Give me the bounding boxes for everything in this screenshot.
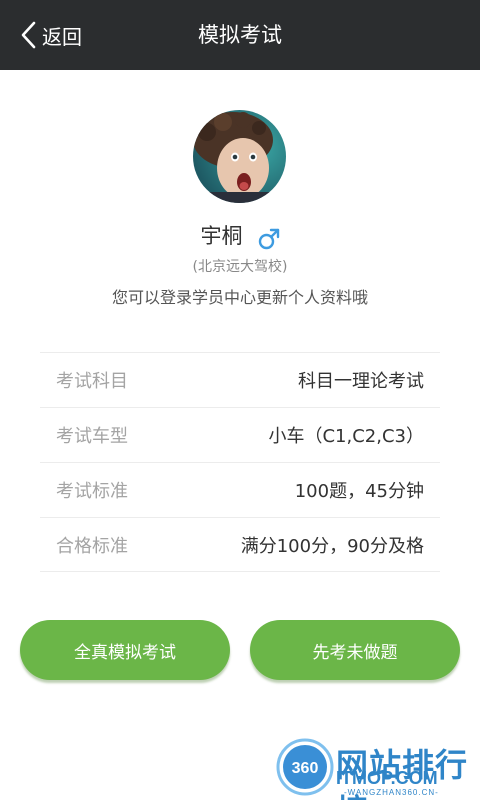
watermark: 360 网站排行榜 ITMOP.COM -WANGZHAN360.CN-: [272, 738, 480, 800]
profile-name-row: 宇桐: [0, 220, 480, 252]
profile-name: 宇桐: [200, 224, 243, 248]
page-title: 模拟考试: [198, 23, 282, 47]
watermark-domain: ITMOP.COM: [336, 768, 438, 788]
row-label: 考试科目: [56, 371, 128, 392]
info-row-vehicle: 考试车型 小车（C1,C2,C3）: [40, 407, 440, 462]
info-row-subject: 考试科目 科目一理论考试: [40, 352, 440, 407]
info-row-standard: 考试标准 100题，45分钟: [40, 462, 440, 517]
exam-info-table: 考试科目 科目一理论考试 考试车型 小车（C1,C2,C3） 考试标准 100题…: [40, 352, 440, 572]
top-bar: 返回 模拟考试: [0, 0, 480, 70]
row-value: 满分100分，90分及格: [240, 535, 424, 557]
profile-hint: 您可以登录学员中心更新个人资料哦: [111, 288, 368, 307]
watermark-badge-text: 360: [292, 760, 319, 777]
row-label: 考试车型: [56, 426, 128, 447]
male-gender-icon: [258, 228, 279, 249]
watermark-badge-icon: 360: [276, 738, 334, 796]
avatar: [193, 110, 286, 203]
row-value: 科目一理论考试: [298, 371, 424, 392]
row-label: 合格标准: [56, 535, 128, 557]
watermark-sub: -WANGZHAN360.CN-: [344, 788, 439, 797]
full-mock-exam-button[interactable]: 全真模拟考试: [20, 620, 230, 680]
school-name: (北京远大驾校): [192, 259, 288, 275]
practice-unanswered-button[interactable]: 先考未做题: [250, 620, 460, 680]
info-row-pass: 合格标准 满分100分，90分及格: [40, 517, 440, 572]
row-label: 考试标准: [56, 481, 128, 502]
row-value: 小车（C1,C2,C3）: [268, 426, 424, 447]
row-value: 100题，45分钟: [294, 481, 424, 502]
